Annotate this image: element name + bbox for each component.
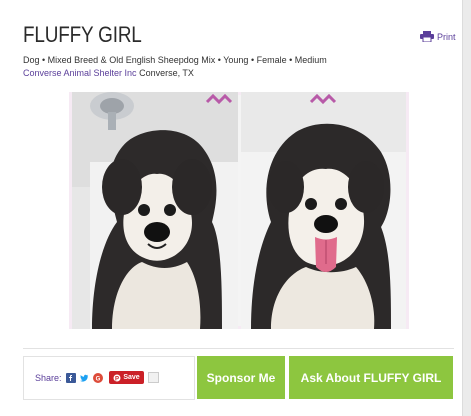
print-label: Print bbox=[437, 31, 456, 42]
printer-icon bbox=[420, 31, 434, 42]
shelter-link[interactable]: Converse Animal Shelter Inc bbox=[23, 68, 137, 78]
pinterest-save-button[interactable]: P Save bbox=[109, 371, 144, 384]
pet-profile-card: FLUFFY GIRL Print Dog • Mixed Breed & Ol… bbox=[0, 0, 463, 416]
share-count-box[interactable] bbox=[148, 372, 159, 383]
shelter-location: Converse, TX bbox=[139, 68, 194, 78]
share-label: Share: bbox=[35, 373, 62, 383]
section-divider bbox=[23, 348, 454, 349]
pinterest-icon: P bbox=[113, 374, 121, 382]
svg-text:P: P bbox=[115, 376, 119, 382]
dog-photo-right bbox=[241, 92, 406, 329]
svg-text:G: G bbox=[96, 376, 101, 382]
dog-photo-left bbox=[72, 92, 238, 329]
google-plus-icon[interactable]: G bbox=[93, 373, 103, 383]
pet-details: Dog • Mixed Breed & Old English Sheepdog… bbox=[23, 55, 327, 65]
ask-about-button[interactable]: Ask About FLUFFY GIRL bbox=[289, 356, 453, 399]
print-link[interactable]: Print bbox=[420, 31, 456, 42]
pet-photo[interactable] bbox=[69, 92, 409, 329]
share-bar: Share: G P Save bbox=[23, 356, 195, 400]
save-label: Save bbox=[123, 374, 140, 381]
shelter-line: Converse Animal Shelter Inc Converse, TX bbox=[23, 68, 194, 78]
twitter-icon[interactable] bbox=[79, 373, 89, 383]
facebook-icon[interactable] bbox=[66, 373, 76, 383]
sponsor-button[interactable]: Sponsor Me bbox=[197, 356, 285, 399]
pet-name-heading: FLUFFY GIRL bbox=[23, 22, 142, 47]
